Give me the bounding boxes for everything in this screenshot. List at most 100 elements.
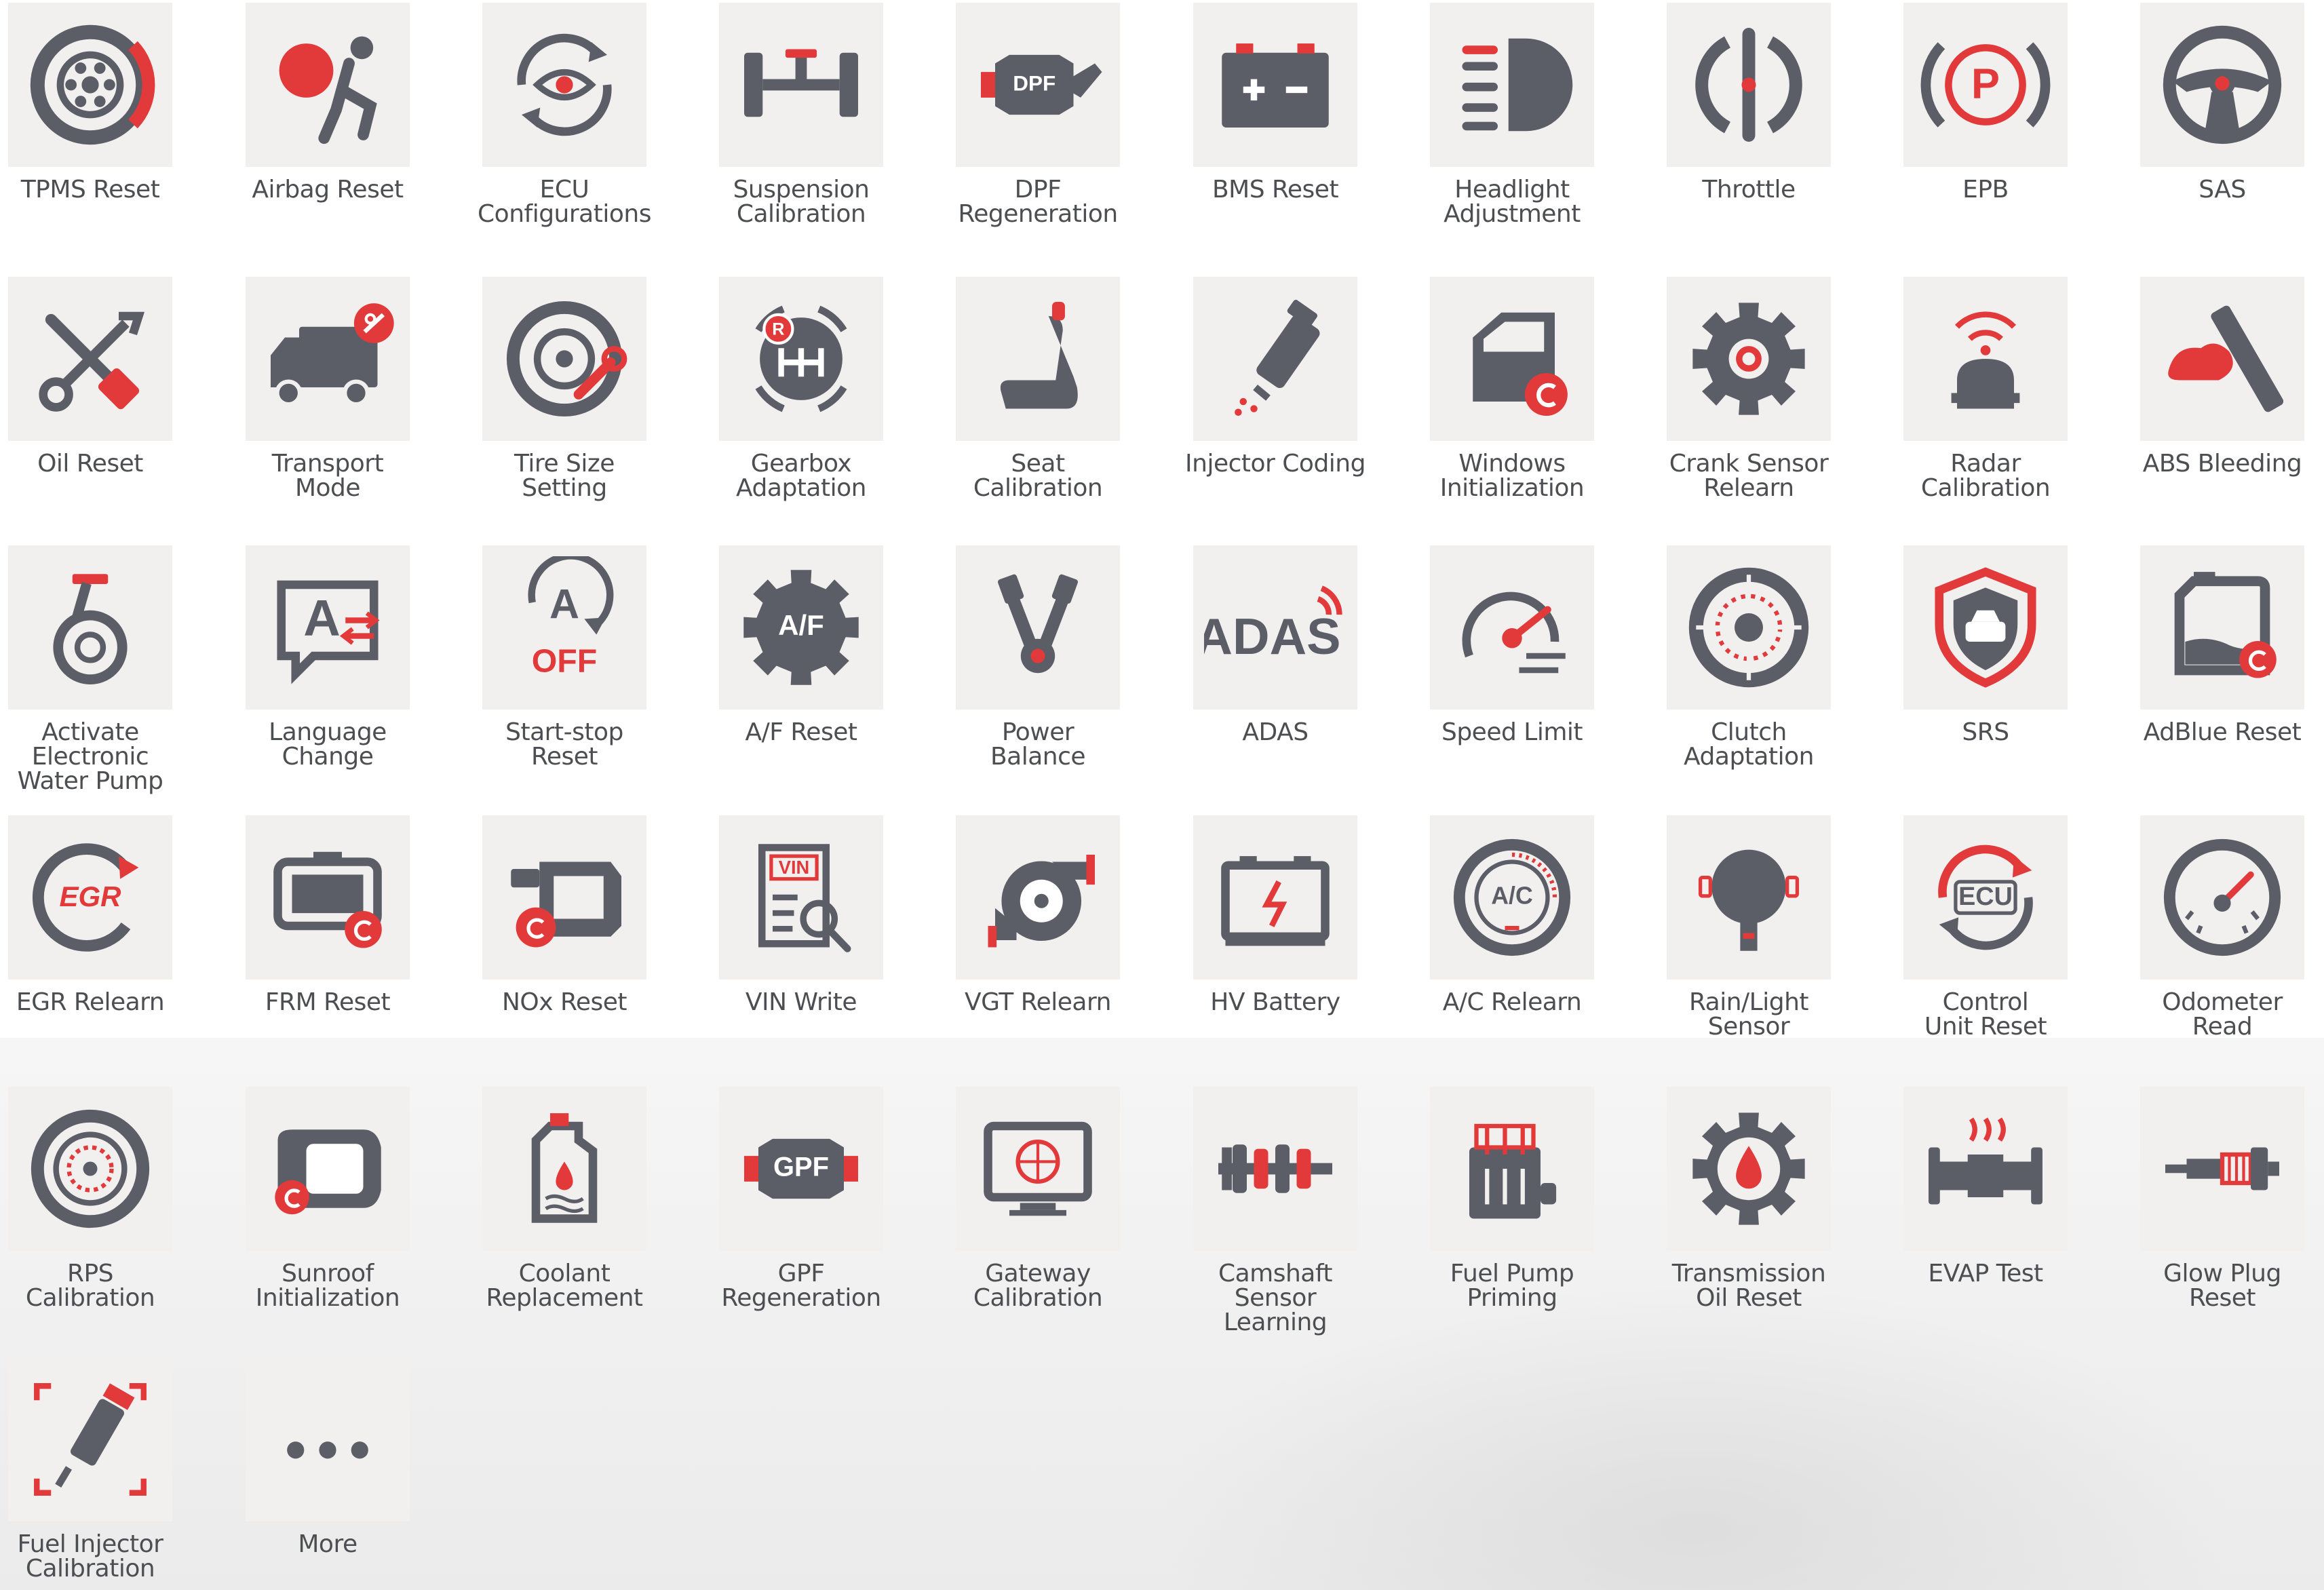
gauge-icon [2140,815,2304,980]
function-tile-ecu-configurations[interactable]: ECU Configurations [474,0,712,265]
function-tile-crank-sensor-relearn[interactable]: Crank Sensor Relearn [1659,274,1896,539]
function-label-line: Learning [1223,1308,1328,1336]
function-label: Glow Plug Reset [2132,1262,2312,1311]
function-tile-nox-reset[interactable]: NOx Reset [474,813,712,1077]
function-label-line: Airbag Reset [252,176,404,203]
function-label: Fuel Pump Priming [1422,1262,1602,1311]
function-label: Transport Mode [237,452,418,501]
sunroof-icon [246,1087,410,1251]
function-tile-power-balance[interactable]: Power Balance [948,543,1185,807]
shield-car-icon [1903,545,2068,710]
function-tile-clutch-adaptation[interactable]: Clutch Adaptation [1659,543,1896,807]
function-tile-frm-reset[interactable]: FRM Reset [237,813,475,1077]
function-label: EVAP Test [1895,1262,2076,1286]
function-tile-hv-battery[interactable]: HV Battery [1185,813,1422,1077]
function-tile-control-unit-reset[interactable]: ECU Control Unit Reset [1895,813,2133,1077]
function-tile-a-c-relearn[interactable]: A/C A/C Relearn [1422,813,1659,1077]
function-tile-oil-reset[interactable]: Oil Reset [0,274,237,539]
seat-icon [956,277,1120,441]
function-tile-rps-calibration[interactable]: RPS Calibration [0,1084,237,1349]
function-label-line: Calibration [736,200,866,228]
function-tile-abs-bleeding[interactable]: ABS Bleeding [2132,274,2324,539]
function-label-line: A/C Relearn [1442,988,1582,1016]
function-tile-tire-size-setting[interactable]: Tire Size Setting [474,274,712,539]
glow-plug-icon [2140,1087,2304,1251]
function-tile-coolant-replacement[interactable]: Coolant Replacement [474,1084,712,1349]
function-label-line: Initialization [255,1284,400,1312]
svg-text:A/C: A/C [1491,882,1532,909]
function-tile-evap-test[interactable]: EVAP Test [1895,1084,2133,1349]
function-tile-adblue-reset[interactable]: AdBlue Reset [2132,543,2324,807]
function-tile-srs[interactable]: SRS [1895,543,2133,807]
function-tile-fuel-pump-priming[interactable]: Fuel Pump Priming [1422,1084,1659,1349]
function-tile-camshaft-sensor-learning[interactable]: Camshaft Sensor Learning [1185,1084,1422,1349]
function-label: Start-stop Reset [474,720,655,769]
function-tile-vin-write[interactable]: VIN VIN Write [711,813,948,1077]
function-label-line: NOx Reset [501,988,627,1016]
function-label-line: ADAS [1242,718,1309,746]
function-tile-a-f-reset[interactable]: A/F A/F Reset [711,543,948,807]
function-tile-start-stop-reset[interactable]: A OFF Start-stop Reset [474,543,712,807]
function-label-line: Regeneration [958,200,1118,228]
function-grid: TPMS Reset Airbag Reset ECU Configurations S… [0,0,2324,1590]
function-tile-language-change[interactable]: A Language Change [237,543,475,807]
radar-icon [1903,277,2068,441]
function-tile-more[interactable]: More [237,1355,475,1589]
ecu-eye-icon [482,3,646,167]
function-label-line: Fuel Injector [17,1530,163,1558]
function-label: RPS Calibration [0,1262,180,1311]
function-tile-speed-limit[interactable]: Speed Limit [1422,543,1659,807]
function-tile-gearbox-adaptation[interactable]: R Gearbox Adaptation [711,274,948,539]
function-tile-rain-light-sensor[interactable]: Rain/Light Sensor [1659,813,1896,1077]
function-label: DPF Regeneration [948,178,1128,227]
function-label: Throttle [1659,178,1839,202]
function-label: Tire Size Setting [474,452,655,501]
function-label-line: Speed Limit [1441,718,1583,746]
function-tile-throttle[interactable]: Throttle [1659,0,1896,265]
suspension-icon [719,3,883,167]
function-label-line: Language [269,718,387,746]
function-tile-sas[interactable]: SAS [2132,0,2324,265]
function-tile-transmission-oil-reset[interactable]: Transmission Oil Reset [1659,1084,1896,1349]
function-tile-windows-initialization[interactable]: Windows Initialization [1422,274,1659,539]
function-tile-egr-relearn[interactable]: EGR EGR Relearn [0,813,237,1077]
function-tile-seat-calibration[interactable]: Seat Calibration [948,274,1185,539]
fuel-pump-icon [1430,1087,1594,1251]
function-label-line: Coolant [518,1260,611,1287]
function-label-line: Transmission [1671,1260,1826,1287]
function-label-line: Gearbox [750,450,852,478]
function-tile-headlight-adjustment[interactable]: Headlight Adjustment [1422,0,1659,265]
function-tile-epb[interactable]: P EPB [1895,0,2133,265]
function-label-line: Gateway [985,1260,1091,1287]
function-label-line: Calibration [25,1555,155,1583]
function-tile-activate-electronic-water-pump[interactable]: Activate Electronic Water Pump [0,543,237,807]
function-tile-transport-mode[interactable]: Transport Mode [237,274,475,539]
function-label: Radar Calibration [1895,452,2076,501]
function-tile-gpf-regeneration[interactable]: GPF GPF Regeneration [711,1084,948,1349]
steering-wheel-icon [2140,3,2304,167]
dpf-icon: DPF [956,3,1120,167]
function-label: ADAS [1185,720,1366,745]
function-tile-injector-coding[interactable]: Injector Coding [1185,274,1422,539]
function-tile-odometer-read[interactable]: Odometer Read [2132,813,2324,1077]
function-tile-glow-plug-reset[interactable]: Glow Plug Reset [2132,1084,2324,1349]
function-label: GPF Regeneration [711,1262,891,1311]
function-label-line: Water Pump [17,767,163,795]
function-tile-bms-reset[interactable]: BMS Reset [1185,0,1422,265]
function-tile-suspension-calibration[interactable]: Suspension Calibration [711,0,948,265]
function-tile-airbag-reset[interactable]: Airbag Reset [237,0,475,265]
function-tile-sunroof-initialization[interactable]: Sunroof Initialization [237,1084,475,1349]
svg-text:ADAS: ADAS [1204,608,1341,665]
function-label: Activate Electronic Water Pump [0,720,180,794]
function-tile-vgt-relearn[interactable]: VGT Relearn [948,813,1185,1077]
oil-drop-cog-icon [1667,1087,1831,1251]
camshaft-icon [1193,1087,1357,1251]
function-tile-tpms-reset[interactable]: TPMS Reset [0,0,237,265]
function-tile-radar-calibration[interactable]: Radar Calibration [1895,274,2133,539]
function-label-line: Headlight [1454,176,1570,203]
function-tile-gateway-calibration[interactable]: Gateway Calibration [948,1084,1185,1349]
function-tile-dpf-regeneration[interactable]: DPF DPF Regeneration [948,0,1185,265]
function-tile-adas[interactable]: ADAS ADAS [1185,543,1422,807]
function-label: A/C Relearn [1422,990,1602,1015]
function-tile-fuel-injector-calibration[interactable]: Fuel Injector Calibration [0,1355,237,1589]
